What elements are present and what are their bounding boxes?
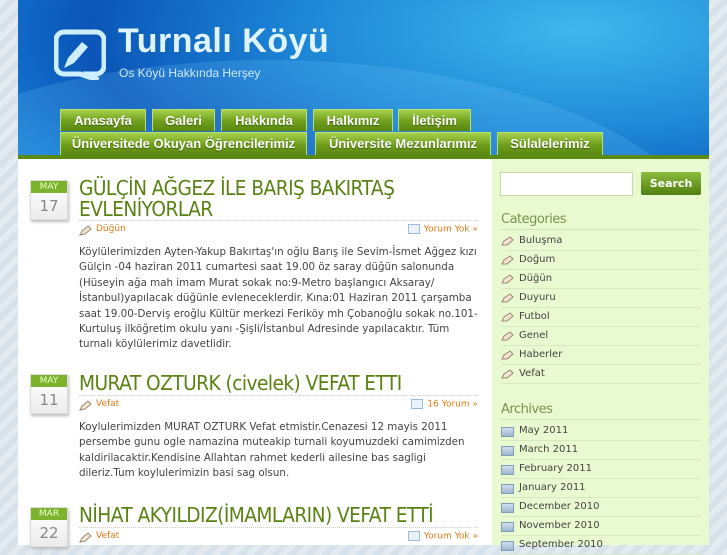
calendar-icon [501, 484, 514, 494]
post-category[interactable]: Vefat [96, 399, 119, 409]
category-label: Buluşma [519, 235, 563, 246]
post-title[interactable]: NİHAT AKYILDIZ(İMAMLARIN) VEFAT ETTİ [79, 505, 451, 526]
category-item[interactable]: Futbol [501, 308, 701, 327]
post-category[interactable]: Düğün [96, 224, 126, 234]
nav-universitede-okuyan[interactable]: Üniversitede Okuyan Öğrencilerimiz [60, 132, 307, 155]
category-item[interactable]: Buluşma [501, 232, 701, 251]
archive-item[interactable]: November 2010 [501, 517, 701, 536]
comments-label: 16 Yorum » [427, 399, 478, 410]
pencil-icon [501, 369, 514, 379]
post-body: Koylulerimizden MURAT OZTURK Vefat etmis… [79, 421, 465, 480]
archive-label: March 2011 [519, 444, 579, 455]
archive-label: May 2011 [519, 425, 569, 436]
date-badge: MAR 22 [30, 507, 68, 547]
pencil-icon [501, 312, 514, 322]
archive-label: November 2010 [519, 520, 600, 531]
calendar-icon [501, 503, 514, 513]
nav-galeri[interactable]: Galeri [152, 109, 215, 131]
post-category[interactable]: Vefat [96, 531, 119, 541]
post-meta: Düğün Yorum Yok » [79, 220, 478, 236]
archive-label: February 2011 [519, 463, 592, 474]
calendar-icon [501, 465, 514, 475]
post-month: MAY [31, 181, 67, 193]
calendar-icon [501, 541, 514, 551]
nav-universite-mezunlari[interactable]: Üniversite Mezunlarımız [315, 132, 491, 155]
nav-hakkinda[interactable]: Hakkında [221, 109, 307, 131]
category-label: Duyuru [519, 292, 556, 303]
post-month: MAY [31, 375, 67, 387]
category-label: Vefat [519, 368, 545, 379]
search-button[interactable]: Search [641, 172, 701, 195]
post-meta: Vefat Yorum Yok » [79, 527, 478, 543]
date-badge: MAY 11 [30, 374, 68, 414]
nav-sulalelerimiz[interactable]: Sülalelerimiz [497, 132, 603, 155]
logo-icon [54, 29, 106, 80]
category-label: Futbol [519, 311, 550, 322]
category-item[interactable]: Doğum [501, 251, 701, 270]
comment-icon [407, 224, 420, 234]
pencil-icon [501, 293, 514, 303]
site-description: Os Köyü Hakkında Herşey [119, 66, 261, 80]
category-label: Doğum [519, 254, 556, 265]
post-comments[interactable]: Yorum Yok » [407, 224, 478, 235]
post-day: 17 [39, 197, 59, 215]
post-body: Köylülerimizden Ayten-Yakup Bakırtaş'ın … [79, 246, 478, 351]
nav-halkimiz[interactable]: Halkımız [313, 109, 393, 131]
category-item[interactable]: Vefat [501, 365, 701, 384]
sidebar: Search Categories Buluşma Doğum Düğün Duyur… [492, 159, 709, 555]
comments-label: Yorum Yok » [423, 531, 478, 542]
archive-label: December 2010 [519, 501, 600, 512]
archive-item[interactable]: March 2011 [501, 441, 701, 460]
page: Turnalı Köyü Os Köyü Hakkında Herşey Ana… [18, 0, 709, 555]
nav-anasayfa[interactable]: Anasayfa [60, 109, 146, 131]
archive-label: January 2011 [519, 482, 586, 493]
comments-label: Yorum Yok » [423, 224, 478, 235]
post-list: MAY 17 GÜLÇİN AĞGEZ İLE BARIŞ BAKIRTAŞ EV… [18, 159, 492, 547]
category-item[interactable]: Haberler [501, 346, 701, 365]
category-label: Düğün [519, 273, 553, 284]
post-month: MAR [31, 508, 67, 520]
site-title[interactable]: Turnalı Köyü [118, 22, 329, 61]
post-meta: Vefat 16 Yorum » [79, 395, 478, 411]
post-day: 22 [39, 524, 59, 542]
category-label: Haberler [519, 349, 563, 360]
post-day: 11 [39, 391, 59, 409]
search-input[interactable] [500, 172, 633, 196]
post-comments[interactable]: Yorum Yok » [407, 531, 478, 542]
archives-heading: Archives [501, 402, 701, 420]
categories-heading: Categories [501, 212, 701, 230]
pencil-icon [501, 236, 514, 246]
archive-item[interactable]: May 2011 [501, 422, 701, 441]
post-title[interactable]: GÜLÇİN AĞGEZ İLE BARIŞ BAKIRTAŞ EVLENİYO… [79, 178, 451, 220]
date-badge: MAY 17 [30, 180, 68, 220]
pencil-icon [501, 331, 514, 341]
nav-iletisim[interactable]: İletişim [398, 109, 471, 131]
archive-item[interactable]: January 2011 [501, 479, 701, 498]
header: Turnalı Köyü Os Köyü Hakkında Herşey Ana… [18, 0, 709, 155]
archive-item[interactable]: September 2010 [501, 536, 701, 555]
comment-icon [411, 399, 424, 409]
calendar-icon [501, 522, 514, 532]
pencil-icon [79, 225, 92, 236]
pencil-icon [501, 255, 514, 265]
post-comments[interactable]: 16 Yorum » [411, 399, 478, 410]
pencil-icon [501, 274, 514, 284]
pencil-icon [79, 532, 92, 543]
pencil-icon [79, 400, 92, 411]
post-title[interactable]: MURAT OZTURK (civelek) VEFAT ETTI [79, 373, 451, 394]
comment-icon [407, 531, 420, 541]
category-item[interactable]: Duyuru [501, 289, 701, 308]
pencil-icon [501, 350, 514, 360]
calendar-icon [501, 427, 514, 437]
category-label: Genel [519, 330, 549, 341]
archive-item[interactable]: December 2010 [501, 498, 701, 517]
category-item[interactable]: Düğün [501, 270, 701, 289]
category-item[interactable]: Genel [501, 327, 701, 346]
calendar-icon [501, 446, 514, 456]
archive-item[interactable]: February 2011 [501, 460, 701, 479]
